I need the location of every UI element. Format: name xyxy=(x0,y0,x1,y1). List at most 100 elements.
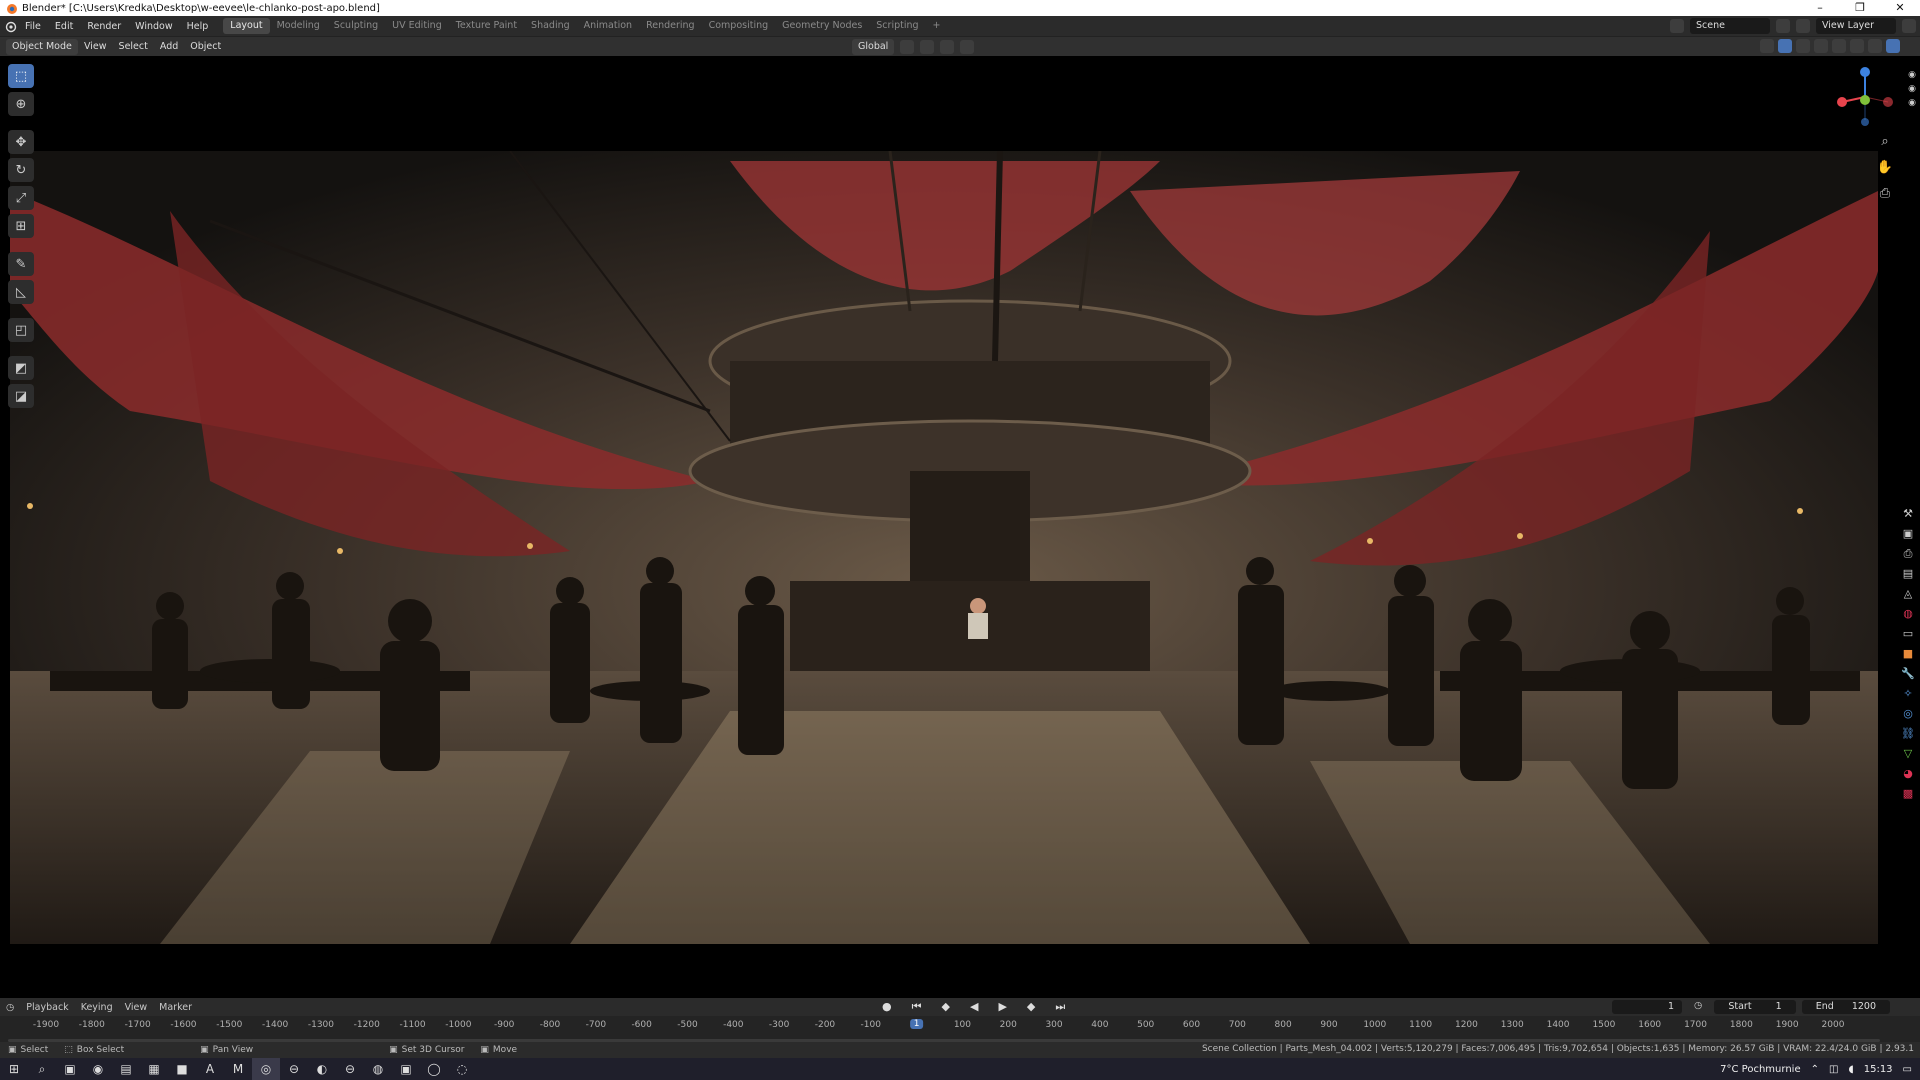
mode-dropdown[interactable]: Object Mode xyxy=(6,38,78,55)
new-scene-icon[interactable] xyxy=(1776,19,1790,33)
app-a-icon[interactable]: A xyxy=(196,1058,224,1080)
stopwatch-icon[interactable]: ◷ xyxy=(1688,1000,1708,1014)
jump-start-icon[interactable]: ⏮ xyxy=(906,1000,928,1014)
app-m-icon[interactable]: M xyxy=(224,1058,252,1080)
modifier-properties-icon[interactable]: 🔧 xyxy=(1900,666,1916,682)
eye-icon[interactable]: ◉ xyxy=(1908,98,1916,108)
next-key-icon[interactable]: ◆ xyxy=(1021,1000,1041,1014)
transform-tool[interactable]: ⊞ xyxy=(8,214,34,238)
auto-key-icon[interactable]: ● xyxy=(876,1000,898,1014)
start-frame-field[interactable]: Start 1 xyxy=(1714,1000,1796,1014)
app-icon-17[interactable]: ◌ xyxy=(448,1058,476,1080)
task-view-icon[interactable]: ▣ xyxy=(56,1058,84,1080)
data-properties-icon[interactable]: ▽ xyxy=(1900,746,1916,762)
add-workspace-button[interactable]: + xyxy=(926,18,948,34)
x-axis-handle-icon[interactable] xyxy=(1837,97,1847,107)
scene-properties-icon[interactable]: ◬ xyxy=(1900,586,1916,602)
extra-tool-2[interactable]: ◪ xyxy=(8,384,34,408)
tab-compositing[interactable]: Compositing xyxy=(702,18,776,34)
notification-icon[interactable]: ▭ xyxy=(1903,1064,1912,1075)
xray-toggle-icon[interactable] xyxy=(1814,39,1828,53)
shading-wireframe-icon[interactable] xyxy=(1832,39,1846,53)
menu-file[interactable]: File xyxy=(18,21,48,32)
weather-widget[interactable]: 7°C Pochmurnie xyxy=(1720,1064,1800,1075)
start-icon[interactable]: ⊞ xyxy=(0,1058,28,1080)
camera-view-icon[interactable]: ⎙ xyxy=(1874,186,1896,206)
app-red-icon[interactable]: ■ xyxy=(168,1058,196,1080)
minimize-button[interactable]: – xyxy=(1800,0,1840,16)
physics-properties-icon[interactable]: ◎ xyxy=(1900,706,1916,722)
frame-ruler[interactable]: -1900 -1800 -1700 -1600 -1500 -1400 -1300 -1200… xyxy=(0,1018,1920,1036)
menu-select[interactable]: Select xyxy=(113,39,154,55)
app-icon-12[interactable]: ◐ xyxy=(308,1058,336,1080)
visibility-icon[interactable] xyxy=(1760,39,1774,53)
search-icon[interactable]: ⌕ xyxy=(28,1058,56,1080)
tab-scripting[interactable]: Scripting xyxy=(869,18,925,34)
volume-icon[interactable]: ◖ xyxy=(1848,1064,1853,1075)
playhead[interactable]: 1 xyxy=(909,1019,924,1029)
output-properties-icon[interactable]: ⎙ xyxy=(1900,546,1916,562)
menu-edit[interactable]: Edit xyxy=(48,21,80,32)
shading-material-icon[interactable] xyxy=(1868,39,1882,53)
menu-keying[interactable]: Keying xyxy=(75,1002,119,1013)
proportional-edit-icon[interactable] xyxy=(960,40,975,54)
tray-chevron-icon[interactable]: ⌃ xyxy=(1811,1064,1819,1075)
close-button[interactable]: ✕ xyxy=(1880,0,1920,16)
file-explorer-icon[interactable]: ▦ xyxy=(140,1058,168,1080)
app-icon-15[interactable]: ▣ xyxy=(392,1058,420,1080)
shading-rendered-icon[interactable] xyxy=(1886,39,1900,53)
scale-tool[interactable]: ⤢ xyxy=(8,186,34,210)
zoom-icon[interactable]: ⌕ xyxy=(1874,134,1896,154)
tab-texture-paint[interactable]: Texture Paint xyxy=(449,18,524,34)
blender-taskbar-icon[interactable]: ◎ xyxy=(252,1058,280,1080)
menu-playback[interactable]: Playback xyxy=(20,1002,74,1013)
orientation-dropdown[interactable]: Global xyxy=(852,39,895,55)
jump-end-icon[interactable]: ⏭ xyxy=(1049,1000,1071,1014)
pivot-icon[interactable] xyxy=(900,40,915,54)
rotate-tool[interactable]: ↻ xyxy=(8,158,34,182)
tab-animation[interactable]: Animation xyxy=(577,18,639,34)
eye-icon[interactable]: ◉ xyxy=(1908,70,1916,80)
tab-geometry-nodes[interactable]: Geometry Nodes xyxy=(775,18,869,34)
maximize-button[interactable]: ❐ xyxy=(1840,0,1880,16)
tab-uv-editing[interactable]: UV Editing xyxy=(385,18,449,34)
scene-icon[interactable] xyxy=(1670,19,1684,33)
play-icon[interactable]: ▶ xyxy=(992,1000,1012,1014)
menu-timeline-view[interactable]: View xyxy=(119,1002,154,1013)
network-icon[interactable]: ◫ xyxy=(1829,1064,1838,1075)
app-icon-16[interactable]: ◯ xyxy=(420,1058,448,1080)
prev-key-icon[interactable]: ◆ xyxy=(936,1000,956,1014)
add-cube-tool[interactable]: ◰ xyxy=(8,318,34,342)
3d-viewport[interactable]: ⬚ ⊕ ✥ ↻ ⤢ ⊞ ✎ ◺ ◰ ◩ ◪ ⌕ ✋ ⎙ ◉ ◉ ◉ ⚒ ▣ ⎙ … xyxy=(0,56,1920,998)
tab-layout[interactable]: Layout xyxy=(223,18,270,34)
shading-solid-icon[interactable] xyxy=(1850,39,1864,53)
particles-properties-icon[interactable]: ✧ xyxy=(1900,686,1916,702)
texture-properties-icon[interactable]: ▩ xyxy=(1900,786,1916,802)
gizmo-toggle-icon[interactable] xyxy=(1778,39,1792,53)
snap-target-icon[interactable] xyxy=(940,40,955,54)
app-icon-13[interactable]: ⊖ xyxy=(336,1058,364,1080)
tab-sculpting[interactable]: Sculpting xyxy=(327,18,385,34)
timeline-editor-type-icon[interactable]: ◷ xyxy=(0,1002,20,1013)
select-box-tool[interactable]: ⬚ xyxy=(8,64,34,88)
menu-help[interactable]: Help xyxy=(180,21,216,32)
cursor-tool[interactable]: ⊕ xyxy=(8,92,34,116)
end-frame-field[interactable]: End 1200 xyxy=(1801,1000,1890,1014)
view-layer-properties-icon[interactable]: ▤ xyxy=(1900,566,1916,582)
object-properties-icon[interactable]: ■ xyxy=(1900,646,1916,662)
menu-add[interactable]: Add xyxy=(154,39,184,55)
tab-shading[interactable]: Shading xyxy=(524,18,577,34)
extra-tool-1[interactable]: ◩ xyxy=(8,356,34,380)
play-reverse-icon[interactable]: ◀ xyxy=(964,1000,984,1014)
view-layer-icon[interactable] xyxy=(1796,19,1810,33)
view-layer-field[interactable]: View Layer xyxy=(1816,18,1896,34)
overlay-toggle-icon[interactable] xyxy=(1796,39,1810,53)
material-properties-icon[interactable]: ◕ xyxy=(1900,766,1916,782)
navigation-gizmo[interactable] xyxy=(1830,62,1900,132)
blender-menu-icon[interactable] xyxy=(4,19,18,33)
menu-view[interactable]: View xyxy=(78,39,113,55)
new-view-layer-icon[interactable] xyxy=(1902,19,1916,33)
menu-window[interactable]: Window xyxy=(128,21,179,32)
store-icon[interactable]: ▤ xyxy=(112,1058,140,1080)
scene-field[interactable]: Scene xyxy=(1690,18,1770,34)
